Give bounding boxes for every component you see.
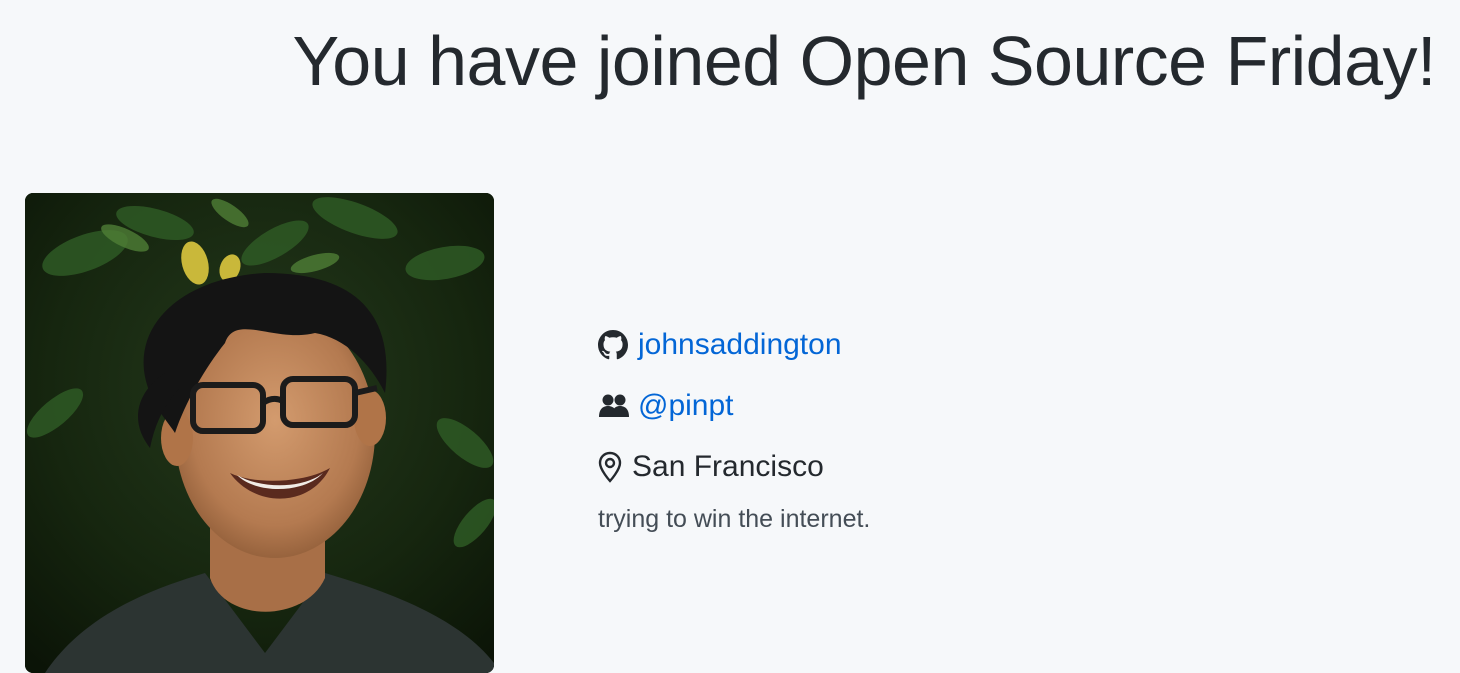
avatar-photo-icon: [25, 193, 494, 673]
organization-row: @pinpt: [598, 383, 1298, 429]
profile-details: johnsaddington @pinpt San Francisco tryi…: [598, 322, 1298, 534]
github-mark-icon: [598, 329, 630, 361]
location-pin-icon: [598, 451, 624, 483]
location-text: San Francisco: [632, 450, 824, 483]
username-link[interactable]: johnsaddington: [638, 328, 842, 362]
bio-text: trying to win the internet.: [598, 505, 871, 533]
username-row: johnsaddington: [598, 322, 1298, 368]
organization-link[interactable]: @pinpt: [638, 389, 734, 423]
location-row: San Francisco: [598, 444, 1298, 490]
avatar: [25, 193, 494, 673]
page-title: You have joined Open Source Friday!: [292, 22, 1437, 100]
people-icon: [598, 390, 630, 422]
